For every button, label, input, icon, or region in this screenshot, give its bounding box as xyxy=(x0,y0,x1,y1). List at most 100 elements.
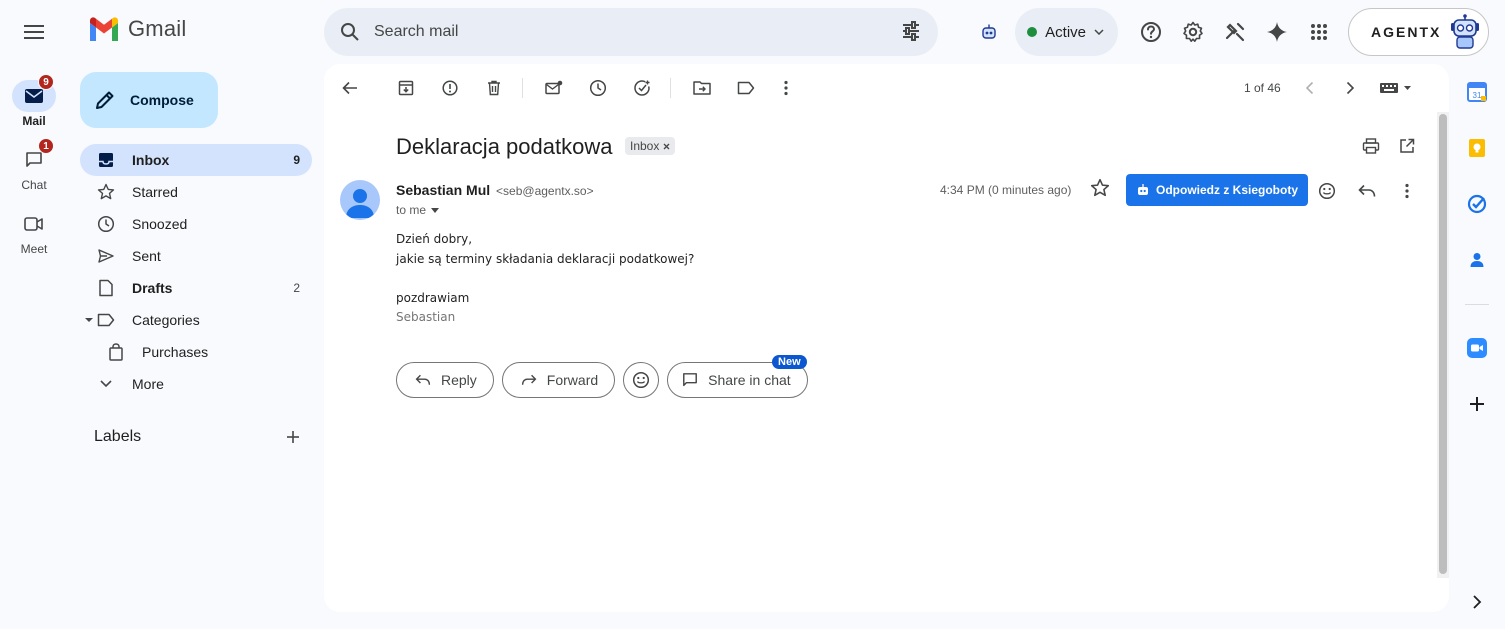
settings-button[interactable] xyxy=(1173,12,1213,52)
status-selector[interactable]: Active xyxy=(1015,8,1118,56)
nav-item-purchases[interactable]: Purchases xyxy=(80,336,312,368)
keyboard-icon xyxy=(1380,83,1411,93)
mark-unread-button[interactable] xyxy=(538,72,570,104)
extension-tool-button[interactable] xyxy=(1215,12,1255,52)
recipients-label: to me xyxy=(396,203,427,217)
labels-button[interactable] xyxy=(730,72,762,104)
move-to-button[interactable] xyxy=(686,72,718,104)
chevron-down-icon xyxy=(100,380,112,388)
robot-icon xyxy=(1138,184,1148,195)
open-new-window-button[interactable] xyxy=(1391,130,1423,162)
search-input[interactable] xyxy=(374,23,874,41)
more-vert-icon xyxy=(784,80,788,96)
tasks-icon[interactable] xyxy=(1467,194,1487,214)
older-button[interactable] xyxy=(1334,72,1366,104)
tools-icon xyxy=(1225,22,1245,42)
emoji-reaction-button[interactable] xyxy=(623,362,660,398)
more-options-button[interactable] xyxy=(770,72,802,104)
reply-with-ksiegoboty-button[interactable]: Odpowiedz z Ksiegoboty xyxy=(1126,174,1309,206)
share-in-chat-button[interactable]: Share in chat New xyxy=(667,355,808,398)
nav-item-more[interactable]: More xyxy=(80,368,312,400)
clock-icon xyxy=(97,215,115,233)
share-in-chat-label: Share in chat xyxy=(708,372,791,388)
recipients-toggle[interactable]: to me xyxy=(396,203,440,217)
plus-icon[interactable] xyxy=(284,428,302,446)
apps-grid-icon xyxy=(1311,24,1327,40)
chevron-left-icon xyxy=(1305,81,1314,95)
nav-label-drafts: Drafts xyxy=(132,280,173,296)
status-dot xyxy=(1027,27,1038,37)
keep-icon[interactable] xyxy=(1467,138,1487,158)
email-subject: Deklaracja podatkowa xyxy=(396,134,613,159)
new-badge: New xyxy=(772,355,807,369)
person-avatar-icon xyxy=(346,189,374,218)
rail-label-mail: Mail xyxy=(22,114,46,128)
side-panel: 31 xyxy=(1449,64,1505,629)
nav-count-drafts: 2 xyxy=(293,281,300,295)
compose-button[interactable]: Compose xyxy=(80,72,218,128)
contacts-icon[interactable] xyxy=(1467,250,1487,270)
reply-icon xyxy=(1358,184,1376,197)
inbox-label-chip[interactable]: Inbox xyxy=(625,137,676,155)
sender-name[interactable]: Sebastian Mul xyxy=(396,182,490,198)
forward-label: Forward xyxy=(546,372,599,388)
robot-avatar-icon xyxy=(1451,14,1479,49)
main-menu-button[interactable] xyxy=(14,12,54,52)
mail-icon xyxy=(25,89,43,103)
sender-email: <seb@agentx.so> xyxy=(496,184,594,198)
pencil-icon xyxy=(96,91,114,109)
help-button[interactable] xyxy=(1131,12,1171,52)
nav-label-inbox: Inbox xyxy=(132,152,170,168)
remove-label-icon[interactable] xyxy=(663,143,670,150)
open-in-new-icon xyxy=(1400,138,1415,153)
scrollbar-thumb[interactable] xyxy=(1439,114,1447,574)
nav-item-categories[interactable]: Categories xyxy=(80,304,312,336)
message-more-button[interactable] xyxy=(1393,177,1421,205)
report-spam-button[interactable] xyxy=(434,72,466,104)
account-switcher[interactable]: AGENTX xyxy=(1348,8,1489,56)
rail-mail[interactable]: 9 Mail xyxy=(0,74,68,128)
gemini-button[interactable] xyxy=(1257,12,1297,52)
nav-item-drafts[interactable]: Drafts 2 xyxy=(80,272,312,304)
rail-label-meet: Meet xyxy=(20,242,48,256)
back-button[interactable] xyxy=(334,72,366,104)
snooze-button[interactable] xyxy=(582,72,614,104)
zoom-icon[interactable] xyxy=(1467,338,1487,358)
message-scrollbar[interactable] xyxy=(1437,112,1449,578)
nav-item-starred[interactable]: Starred xyxy=(80,176,312,208)
reply-actions: Reply Forward Share in chat New xyxy=(396,355,808,398)
rail-chat[interactable]: 1 Chat xyxy=(0,138,68,192)
chevron-right-icon[interactable] xyxy=(1467,592,1487,612)
search-icon[interactable] xyxy=(340,22,360,42)
nav-item-snoozed[interactable]: Snoozed xyxy=(80,208,312,240)
get-add-ons-icon[interactable] xyxy=(1467,394,1487,414)
labels-heading: Labels xyxy=(94,428,142,445)
archive-button[interactable] xyxy=(390,72,422,104)
newer-button[interactable] xyxy=(1294,72,1326,104)
add-to-tasks-button[interactable] xyxy=(626,72,658,104)
calendar-icon[interactable]: 31 xyxy=(1467,82,1487,102)
apps-button[interactable] xyxy=(1299,12,1339,52)
rail-meet[interactable]: Meet xyxy=(0,208,68,256)
caret-down-icon[interactable] xyxy=(84,317,94,323)
forward-button[interactable]: Forward xyxy=(501,362,616,398)
sender-avatar[interactable] xyxy=(340,180,380,220)
add-reaction-button[interactable] xyxy=(1313,177,1341,205)
search-bar[interactable] xyxy=(324,8,938,56)
chat-icon xyxy=(683,373,698,387)
extension-button[interactable] xyxy=(969,12,1009,52)
star-button[interactable] xyxy=(1090,178,1110,198)
search-options-icon[interactable] xyxy=(900,20,922,42)
reply-with-ksiegoboty-label: Odpowiedz z Ksiegoboty xyxy=(1156,183,1299,197)
input-tools-button[interactable] xyxy=(1374,72,1418,104)
print-button[interactable] xyxy=(1355,130,1387,162)
reply-icon-button[interactable] xyxy=(1353,177,1381,205)
nav-item-inbox[interactable]: Inbox 9 xyxy=(80,144,312,176)
email-timestamp: 4:34 PM (0 minutes ago) xyxy=(940,183,1072,197)
reply-button[interactable]: Reply xyxy=(396,362,494,398)
nav-item-sent[interactable]: Sent xyxy=(80,240,312,272)
status-label: Active xyxy=(1045,23,1086,41)
gmail-logo[interactable]: Gmail xyxy=(88,16,186,42)
email-signature: Sebastian xyxy=(396,310,456,324)
delete-button[interactable] xyxy=(478,72,510,104)
